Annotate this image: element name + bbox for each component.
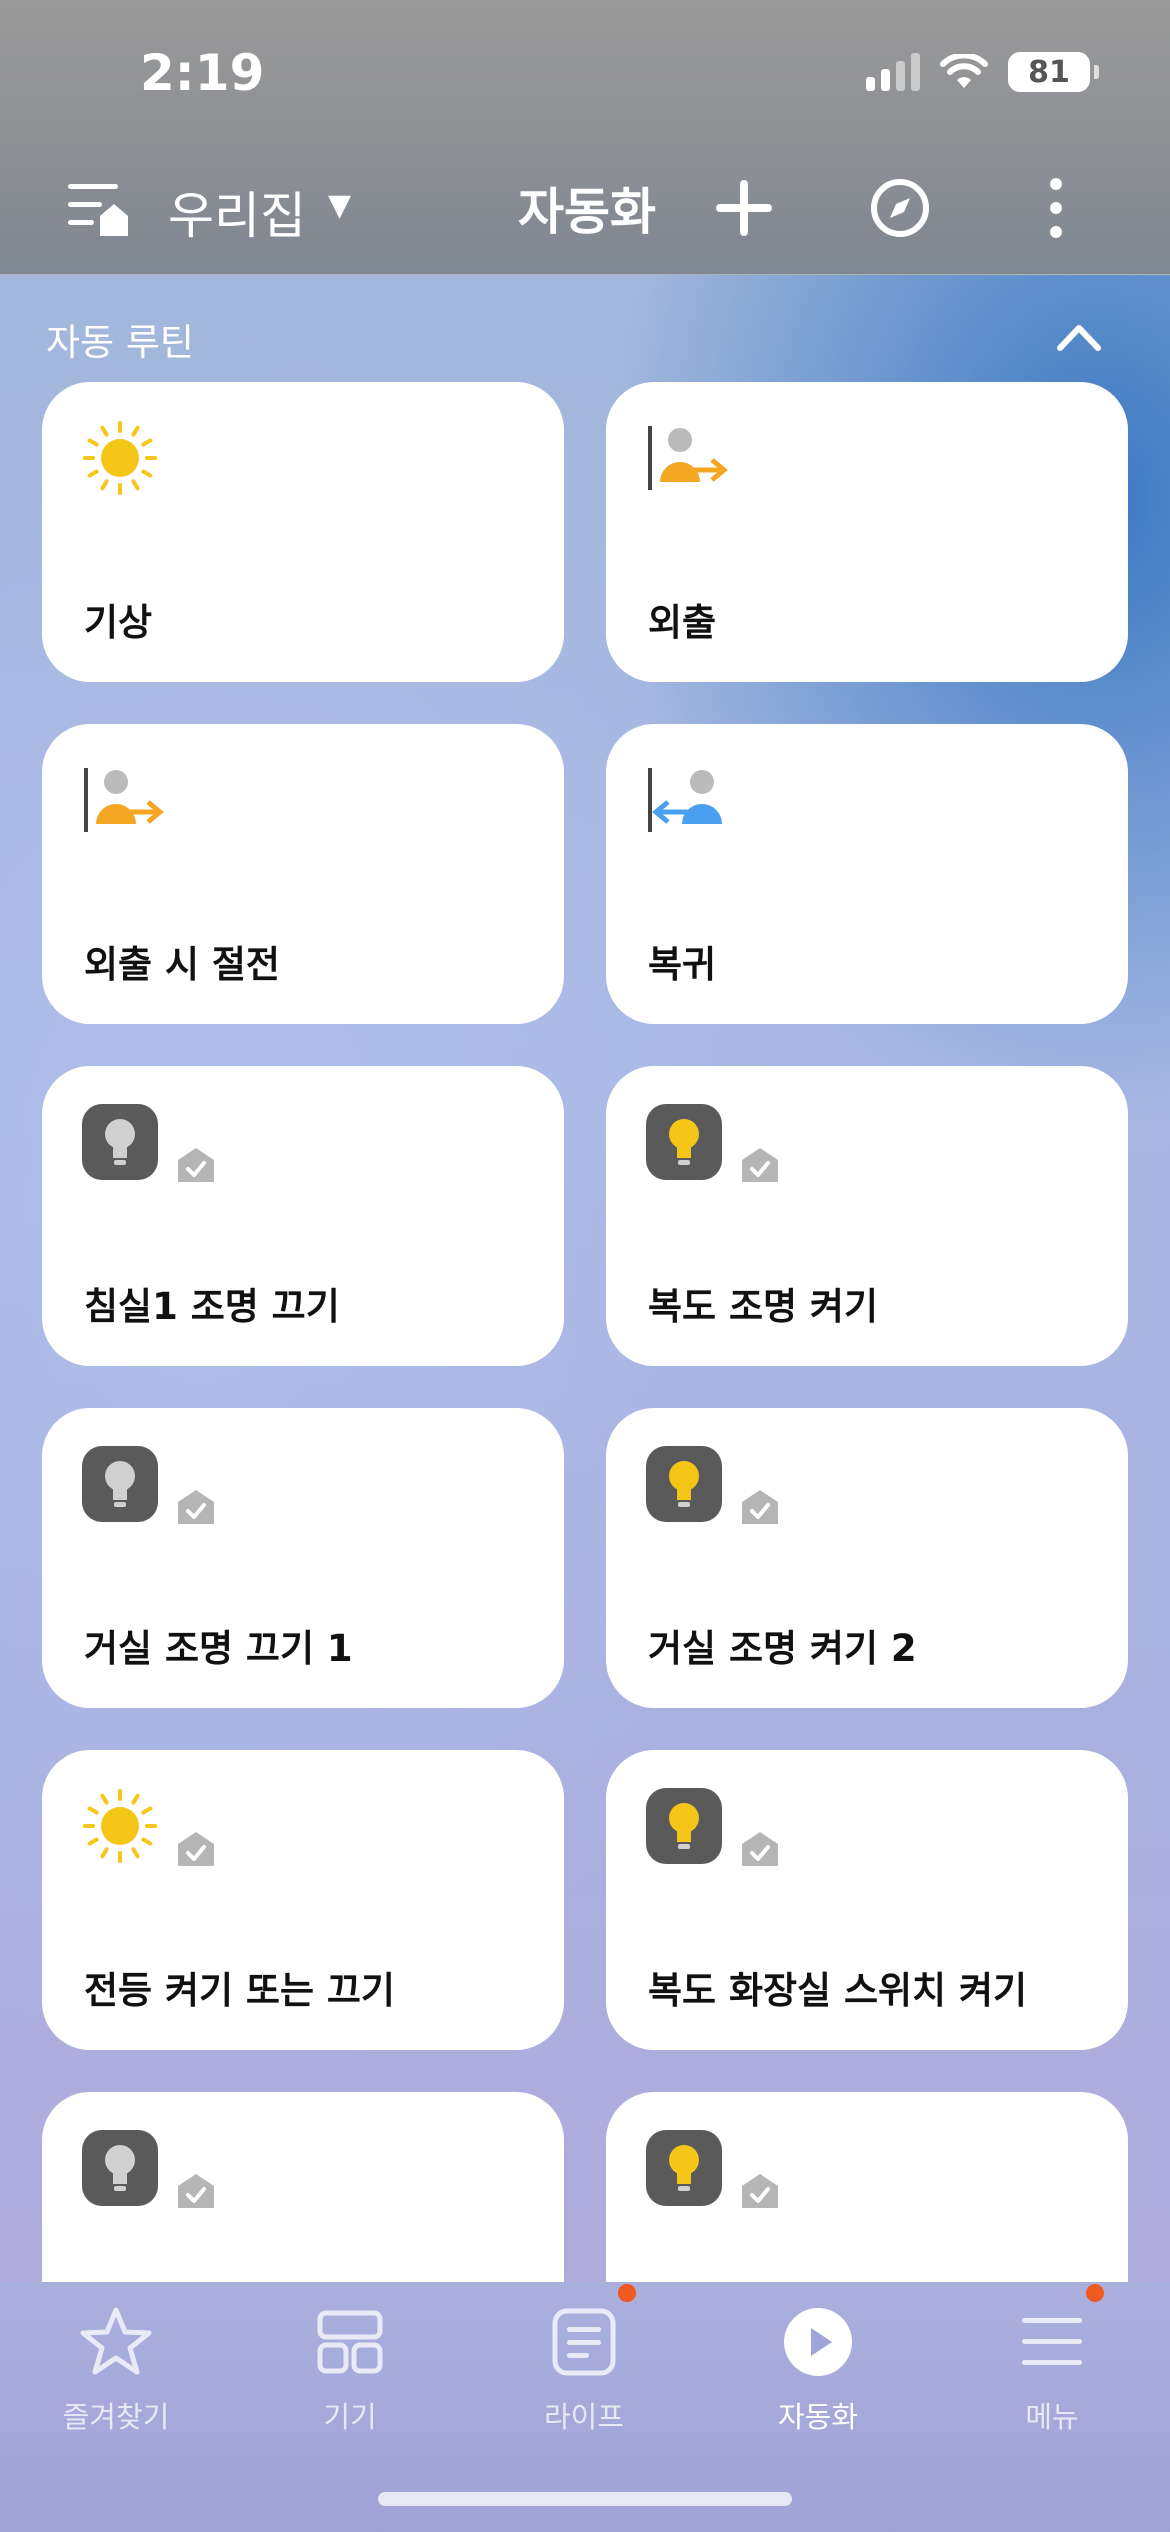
bulb-on-icon [646, 1446, 722, 1522]
routine-card[interactable]: 전등 켜기 또는 끄기 [42, 1750, 564, 2050]
hub-check-icon [178, 2174, 214, 2208]
bulb-on-icon [646, 1104, 722, 1180]
hub-check-icon [178, 1148, 214, 1182]
tab-label: 자동화 [777, 2400, 859, 2434]
routine-card[interactable]: 복도 화장실 스위치 켜기 [606, 1750, 1128, 2050]
top-bar: 2:19 81 우리집 ▼ 자동화 [0, 0, 1170, 275]
person-return-icon [648, 768, 722, 832]
hub-check-icon [742, 2174, 778, 2208]
tab-devices[interactable]: 기기 [250, 2302, 450, 2436]
home-indicator [378, 2492, 792, 2506]
routine-card[interactable]: 외출 [606, 382, 1128, 682]
more-vertical-icon [1050, 178, 1062, 238]
battery-indicator: 81 [1008, 52, 1099, 92]
routine-card[interactable]: 침실1 조명 끄기 [42, 1066, 564, 1366]
hub-check-icon [742, 1490, 778, 1524]
hub-check-icon [178, 1490, 214, 1524]
routine-label: 침실1 조명 끄기 [84, 1285, 340, 1328]
sun-icon [83, 1789, 157, 1863]
add-button[interactable] [708, 172, 780, 244]
tab-favorites[interactable]: 즐겨찾기 [16, 2302, 216, 2436]
bulb-on-icon [646, 2130, 722, 2206]
bulb-off-icon [82, 1104, 158, 1180]
home-list-icon[interactable] [66, 180, 130, 240]
life-notification-badge [618, 2284, 636, 2302]
person-leave-icon [648, 426, 728, 490]
bulb-on-icon [646, 1788, 722, 1864]
routine-card[interactable]: 거실 조명 끄기 1 [42, 1408, 564, 1708]
routine-label: 외출 [648, 601, 717, 644]
bulb-off-icon [82, 2130, 158, 2206]
hub-check-icon [178, 1832, 214, 1866]
page-title: 자동화 [518, 183, 656, 241]
signal-icon [866, 53, 920, 91]
star-icon [80, 2307, 152, 2375]
routine-label: 복도 조명 켜기 [648, 1285, 879, 1328]
routine-card[interactable]: 기상 [42, 382, 564, 682]
tab-life[interactable]: 라이프 [484, 2302, 684, 2436]
wifi-icon [940, 54, 988, 88]
menu-icon [1022, 2318, 1082, 2365]
routine-label: 외출 시 절전 [84, 943, 280, 986]
status-time: 2:19 [140, 44, 265, 102]
bulb-off-icon [82, 1446, 158, 1522]
routine-label: 거실 조명 끄기 1 [84, 1627, 353, 1670]
routine-label: 복귀 [648, 943, 717, 986]
hub-check-icon [742, 1832, 778, 1866]
life-icon [552, 2308, 616, 2376]
more-button[interactable] [1020, 172, 1092, 244]
sun-icon [83, 421, 157, 495]
tab-menu[interactable]: 메뉴 [952, 2302, 1152, 2436]
routine-card[interactable]: 복도 조명 켜기 [606, 1066, 1128, 1366]
section-title: 자동 루틴 [46, 321, 194, 364]
tab-automation[interactable]: 자동화 [718, 2302, 918, 2436]
chevron-up-icon[interactable] [1054, 316, 1104, 356]
status-icons: 81 [866, 52, 1099, 92]
hub-check-icon [742, 1148, 778, 1182]
routine-label: 거실 조명 켜기 2 [648, 1627, 917, 1670]
tab-label: 라이프 [543, 2400, 625, 2434]
play-icon [784, 2308, 852, 2376]
discover-button[interactable] [864, 172, 936, 244]
tab-label: 즐겨찾기 [62, 2400, 170, 2434]
person-leave-icon [84, 768, 164, 832]
routine-card[interactable]: 복귀 [606, 724, 1128, 1024]
routine-card[interactable]: 거실 조명 켜기 2 [606, 1408, 1128, 1708]
plus-icon [716, 180, 772, 236]
routine-card[interactable]: 외출 시 절전 [42, 724, 564, 1024]
home-caret-icon[interactable]: ▼ [328, 188, 351, 223]
devices-icon [317, 2310, 383, 2374]
routine-label: 복도 화장실 스위치 켜기 [648, 1969, 1028, 2012]
routine-label: 전등 켜기 또는 끄기 [84, 1969, 395, 2012]
compass-icon [871, 179, 929, 237]
routine-card[interactable] [606, 2092, 1128, 2282]
tab-label: 기기 [323, 2400, 377, 2434]
routine-label: 기상 [84, 601, 153, 644]
routine-card[interactable] [42, 2092, 564, 2282]
menu-notification-badge [1086, 2284, 1104, 2302]
tab-label: 메뉴 [1025, 2400, 1079, 2434]
home-selector[interactable]: 우리집 [168, 176, 306, 248]
